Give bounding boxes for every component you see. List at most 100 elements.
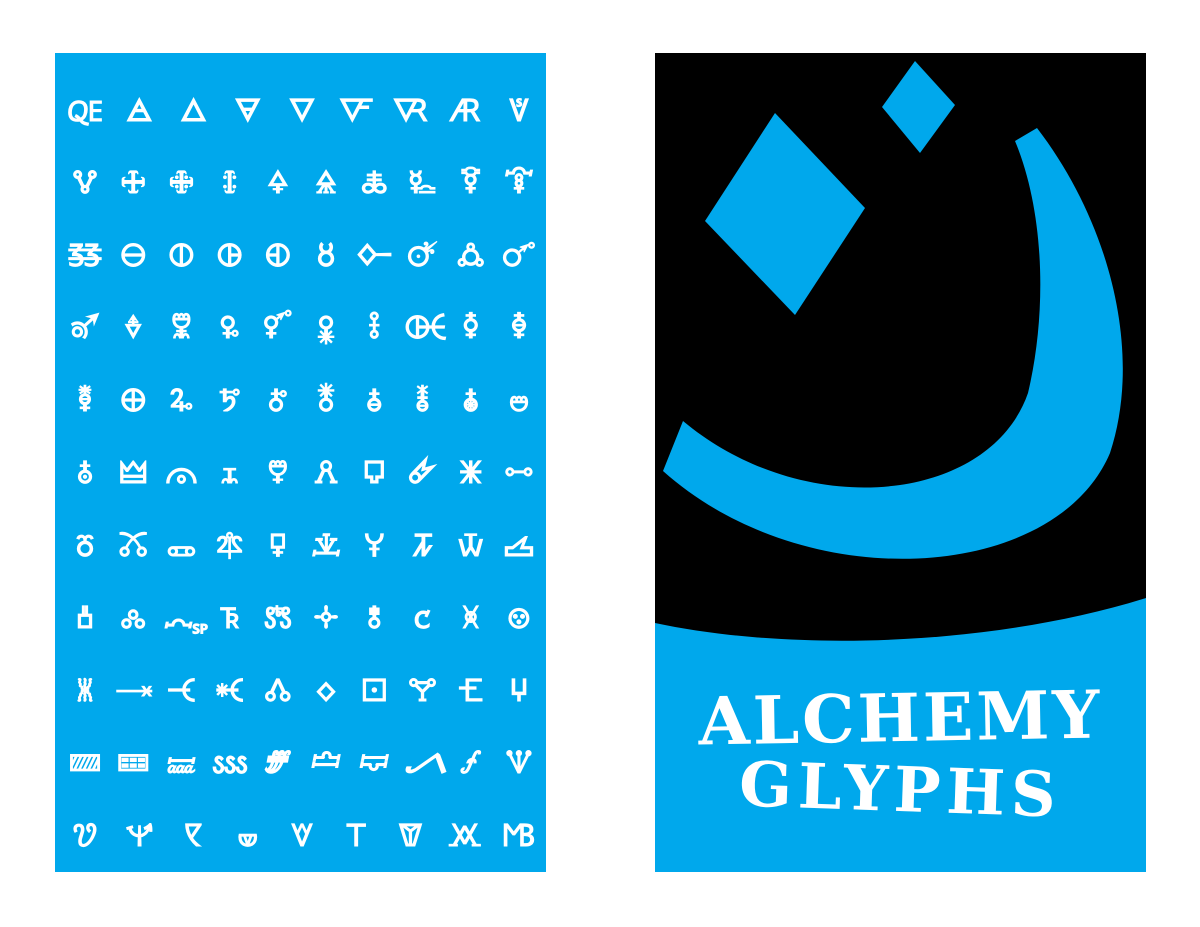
glyph-icon: 🜔 <box>120 237 147 274</box>
glyph-icon: 🝅 <box>76 600 94 637</box>
glyph-icon: 🜪 <box>218 382 241 419</box>
glyph-row: 🜓 🜔 🜕 🜖 🜗 🜘 🜙 🜚 🜛 🜜 <box>67 220 537 293</box>
glyph-icon: 🝔 <box>315 672 337 709</box>
glyph-icon: 🜐 <box>408 165 437 202</box>
glyph-icon: 🝡 <box>459 745 483 782</box>
glyph-icon: 🝖 <box>408 672 438 709</box>
glyph-row: 🜧 🜨 🜩 🜪 🜫 🜬 🜭 🜮 🜯 🜰 <box>67 365 537 438</box>
glyph-icon: 🝦 <box>237 817 259 854</box>
glyph-icon: 🜃 <box>234 92 262 129</box>
glyph-icon: 🜦 <box>510 310 528 347</box>
glyph-icon: 🝌 <box>413 600 432 637</box>
glyph-icon: 🝞 <box>310 745 342 782</box>
glyph-icon: 🜊 <box>120 165 146 202</box>
glyph-icon: 🝘 <box>510 672 528 709</box>
glyph-icon: 🝀 <box>311 527 342 564</box>
glyph-icon: 🜒 <box>503 165 534 202</box>
glyph-icon: 🜻 <box>75 527 95 564</box>
glyph-icon: 🜾 <box>215 527 244 564</box>
glyph-icon: 🜽 <box>166 527 197 564</box>
glyph-icon: 🜷 <box>363 455 385 492</box>
glyph-icon: 🝛 <box>166 745 197 782</box>
glyph-icon: 🜄 <box>288 92 316 129</box>
glyph-row: 🜻 🜼 🜽 🜾 🜿 🝀 🝁 🝂 🝃 🝄 <box>67 510 537 583</box>
glyph-icon: 🜋 <box>168 165 195 202</box>
glyph-icon: 🝊 <box>313 600 340 637</box>
glyph-icon: 🜜 <box>501 237 537 274</box>
glyph-icon: 🜰 <box>508 382 530 419</box>
glyph-grid: 🜀 🜁 🜂 🜃 🜄 🜅 🜆 🜇 🜈 🜉 🜊 🜋 🜌 🜍 🜎 🜏 🜐 🜑 🜒 🜓 🜔 🜕 🜖 🜗 🜘 🜙 🜚 🜛 🜜 🜝 🜞 🜟 🜠 🜡 🜢 🜣 🜤 🜥 🜦 🜧… <box>67 75 537 872</box>
glyph-icon: 🜸 <box>407 455 438 492</box>
glyph-icon: 🜖 <box>216 237 243 274</box>
glyph-icon: 🝐 <box>115 672 154 709</box>
glyph-icon: 🝪 <box>447 817 482 854</box>
glyph-icon: 🝒 <box>215 672 245 709</box>
glyph-icon: 🜴 <box>220 455 239 492</box>
glyph-icon: 🜲 <box>119 455 148 492</box>
glyph-icon: 🜂 <box>179 92 208 129</box>
glyph-row: 🝣 🝤 🝥 🝦 🝧 🝨 🝩 🝪 🝫 <box>67 800 537 872</box>
glyph-icon: 🜼 <box>118 527 149 564</box>
glyph-icon: 🜟 <box>171 310 192 347</box>
glyph-icon: 🜘 <box>316 237 336 274</box>
glyph-icon: 🜫 <box>267 382 288 419</box>
glyph-icon: 🜈 <box>508 92 530 129</box>
glyph-icon: 🜮 <box>415 382 430 419</box>
glyph-icon: 🜍 <box>266 165 289 202</box>
glyph-icon: 🜝 <box>69 310 101 347</box>
glyph-icon: 🜿 <box>269 527 287 564</box>
glyph-icon: 🝁 <box>363 527 385 564</box>
glyph-icon: 🝄 <box>503 527 535 564</box>
glyph-icon: 🜡 <box>263 310 293 347</box>
glyph-icon: 🝚 <box>117 745 150 782</box>
glyph-icon: 🜵 <box>267 455 289 492</box>
glyph-icon: 🝤 <box>125 817 154 854</box>
glyph-icon: 🜯 <box>462 382 479 419</box>
glyph-row: 🝙 🝚 🝛 🝜 🝝 🝞 🝟 🝠 🝡 🝢 <box>67 728 537 801</box>
glyph-icon: 🝢 <box>505 745 533 782</box>
cover-card: ALCHEMY GLYPHS <box>655 53 1146 872</box>
glyph-icon: 🝣 <box>72 817 98 854</box>
glyph-icon: 🝙 <box>68 745 102 782</box>
glyph-icon: 🜗 <box>264 237 291 274</box>
glyph-icon: 🝇 <box>163 600 209 637</box>
glyph-icon: 🜞 <box>123 310 143 347</box>
glyph-icon: 🜠 <box>219 310 240 347</box>
glyph-icon: 🜭 <box>366 382 383 419</box>
glyph-icon: 🜙 <box>356 237 393 274</box>
glyph-icon: 🝩 <box>397 817 424 854</box>
glyph-icon: 🝈 <box>219 600 240 637</box>
glyph-icon: 🜶 <box>313 455 339 492</box>
glyph-icon: 🜅 <box>338 92 374 129</box>
glyph-icon: 🜑 <box>460 165 482 202</box>
glyph-icon: 🝕 <box>361 672 387 709</box>
glyph-icon: 🝥 <box>184 817 203 854</box>
glyph-icon: 🜬 <box>316 382 336 419</box>
glyph-icon: 🝎 <box>507 600 531 637</box>
glyph-icon: 🝏 <box>76 672 94 709</box>
glyph-icon: 🝟 <box>358 745 390 782</box>
glyph-row: 🜀 🜁 🜂 🜃 🜄 🜅 🜆 🜇 🜈 <box>67 75 537 148</box>
glyph-icon: 🜀 <box>67 92 103 129</box>
glyph-icon: 🜨 <box>120 382 147 419</box>
glyph-icon: 🜇 <box>448 92 482 129</box>
glyph-icon: 🜓 <box>67 237 103 274</box>
glyph-icon: 🝠 <box>404 745 448 782</box>
glyph-icon: 🜏 <box>360 165 388 202</box>
glyph-icon: 🜩 <box>169 382 194 419</box>
glyph-icon: 🜹 <box>459 455 483 492</box>
glyph-icon: 🜢 <box>316 310 336 347</box>
glyph-icon: 🜌 <box>221 165 238 202</box>
glyph-icon: 🝝 <box>263 745 293 782</box>
glyph-icon: 🜧 <box>77 382 93 419</box>
glyph-icon: 🝆 <box>120 600 147 637</box>
glyph-icon: 🜣 <box>368 310 381 347</box>
glyph-icon: 🜆 <box>392 92 429 129</box>
glyph-row: 🝅 🝆 🝇 🝈 🝉 🝊 🝋 🝌 🝍 🝎 <box>67 583 537 656</box>
glyph-icon: 🝨 <box>345 817 368 854</box>
glyph-icon: 🜱 <box>76 455 94 492</box>
glyph-icon: 🜤 <box>404 310 448 347</box>
glyph-icon: 🝓 <box>264 672 292 709</box>
glyph-icon: 🜺 <box>504 455 534 492</box>
glyph-row: 🜝 🜞 🜟 🜠 🜡 🜢 🜣 🜤 🜥 🜦 <box>67 293 537 366</box>
